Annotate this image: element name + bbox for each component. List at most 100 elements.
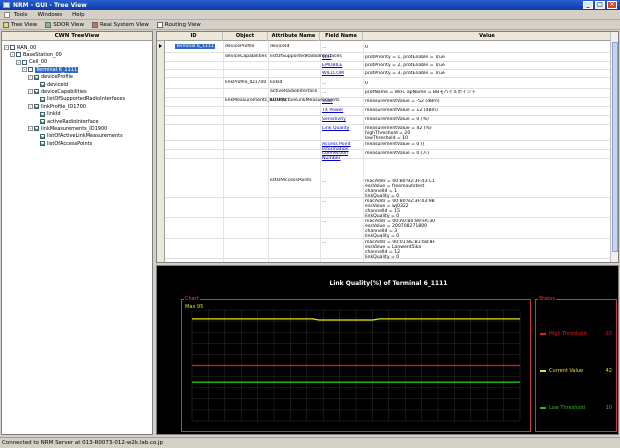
grid-cell-object[interactable]: deviceCapabilities <box>225 54 267 59</box>
col-id-header[interactable]: ID <box>165 32 223 41</box>
grid-cell-value[interactable]: measurementValue = 0 (%) <box>365 117 429 122</box>
tree-node-checkbox[interactable] <box>34 126 39 132</box>
tree-expander-icon[interactable]: - <box>28 126 33 132</box>
grid-cell-attribute[interactable]: deviceId <box>270 44 289 49</box>
tree-view-button[interactable]: Tree View <box>3 21 37 28</box>
grid-cell-value[interactable]: protName = WiFi, apName = BBモバイルポイント <box>365 90 476 95</box>
tree-node-checkbox[interactable] <box>16 52 21 58</box>
tree-node-checkbox[interactable] <box>28 67 33 73</box>
menu-help[interactable]: Help <box>72 12 85 18</box>
grid-cell-id[interactable]: Terminal 6_1111 <box>175 44 215 49</box>
grid-cell-field[interactable]: Link Quality <box>322 126 362 131</box>
tree-expander-icon[interactable]: - <box>4 45 9 50</box>
tree-node[interactable]: - Cell_00 <box>16 59 47 66</box>
scrollbar-thumb[interactable] <box>612 42 618 252</box>
tree-node-label[interactable]: listOfAccessPoints <box>47 141 92 147</box>
grid-cell-attribute[interactable]: listOfAccessPoints <box>270 178 312 183</box>
grid-cell-value[interactable]: macAddr = 00:80:92:3F:43:98 essValue = w… <box>365 199 435 219</box>
tree-node-label[interactable]: linkProfile_ID1700 <box>41 104 86 110</box>
grid-cell-value[interactable]: protPriority = 2, protEnable = True <box>365 63 445 68</box>
grid-cell-value[interactable]: macAddr = 00:A0:B0:89:FA:30 essValue = 2… <box>365 219 435 239</box>
cwn-tree-view[interactable]: CWN TreeView - RAN_00- BaseStation_00- Cell… <box>1 31 153 435</box>
grid-cell-field[interactable]: TX Power <box>322 108 362 113</box>
attribute-grid[interactable]: ID Object Attribute Name Field Name Valu… <box>156 31 619 263</box>
grid-cell-attribute[interactable]: linkId <box>270 80 282 85</box>
sdor-view-button[interactable]: SDOR View <box>45 21 84 28</box>
grid-cell-value[interactable]: protPriority = 1, protEnable = True <box>365 55 445 60</box>
grid-cell-value[interactable]: measurementValue = 42 (%) highThreshold … <box>365 126 432 141</box>
tree-node-label[interactable]: BaseStation_00 <box>23 52 62 58</box>
tree-node[interactable]: - deviceProfile <box>28 74 73 81</box>
grid-cell-field[interactable]: Connection Number <box>322 151 362 161</box>
tree-node-label[interactable]: RAN_00 <box>17 45 36 51</box>
tree-node-label[interactable]: deviceCapabilities <box>41 89 87 95</box>
tree-node[interactable]: - Terminal 6_1111 <box>22 66 79 73</box>
grid-cell-value[interactable]: measurementValue = 0 (人) <box>365 151 429 156</box>
tree-expander-icon[interactable]: - <box>16 59 21 65</box>
routing-view-button[interactable]: Routing View <box>156 21 201 28</box>
grid-vertical-scrollbar[interactable] <box>610 32 618 262</box>
menu-tools[interactable]: Tools <box>14 12 28 18</box>
tree-node-label[interactable]: linkId <box>47 111 61 117</box>
tree-node[interactable]: - RAN_00 <box>4 44 36 51</box>
grid-cell-attribute[interactable]: activeRadioInterface <box>270 89 317 94</box>
tree-node-label[interactable]: activeRadioInterface <box>47 119 99 125</box>
tree-node[interactable]: - linkProfile_ID1700 <box>28 103 86 110</box>
grid-cell-value[interactable]: measurementValue = 12 (dBm) <box>365 108 438 113</box>
tree-node-checkbox[interactable] <box>40 111 45 117</box>
grid-cell-field[interactable]: Sensitivity <box>322 117 362 122</box>
grid-cell-value[interactable]: macAddr = 00:80:92:3F:43:C1 essValue = f… <box>365 179 435 199</box>
grid-cell-field[interactable]: WiFi <box>322 55 362 60</box>
tree-expander-icon[interactable]: - <box>28 89 33 95</box>
grid-cell-field[interactable]: SSID <box>322 99 362 104</box>
col-value-header[interactable]: Value <box>363 32 612 41</box>
tree-expander-icon[interactable]: - <box>22 67 27 73</box>
grid-cell-value[interactable]: measurementValue = -52 (dBm) <box>365 99 440 104</box>
grid-cell-value[interactable]: 0 <box>365 81 368 86</box>
tree-node-checkbox[interactable] <box>40 119 45 124</box>
tree-expander-icon[interactable]: - <box>28 74 33 80</box>
tree-node-label[interactable]: deviceProfile <box>41 74 73 80</box>
tree-node[interactable]: listOfAccessPoints <box>34 140 92 147</box>
tree-node[interactable]: deviceId <box>34 81 68 88</box>
tree-node-checkbox[interactable] <box>22 59 27 65</box>
tree-node-label[interactable]: linkMeasurements_ID1900 <box>41 126 107 132</box>
menu-windows[interactable]: Windows <box>38 12 63 18</box>
tree-expander-icon[interactable]: - <box>10 52 15 58</box>
tree-node-checkbox[interactable] <box>40 133 45 139</box>
tree-node-checkbox[interactable] <box>10 45 15 50</box>
tree-node[interactable]: activeRadioInterface <box>34 118 99 125</box>
tree-node-checkbox[interactable] <box>34 89 39 95</box>
tree-node[interactable]: listOfSupportedRadioInterfaces <box>34 96 125 103</box>
grid-cell-value[interactable]: protPriority = 3, protEnable = True <box>365 71 445 76</box>
tree-node[interactable]: listOfActiveLinkMeasurements <box>34 133 123 140</box>
tree-node-checkbox[interactable] <box>40 82 45 87</box>
grid-cell-field[interactable]: EMOBILE <box>322 63 362 68</box>
tree-node-checkbox[interactable] <box>34 104 39 110</box>
tree-expander-icon[interactable]: - <box>28 104 33 110</box>
tree-node[interactable]: - deviceCapabilities <box>28 88 87 95</box>
col-field-header[interactable]: Field Name <box>320 32 363 41</box>
tree-node-checkbox[interactable] <box>34 74 39 80</box>
tree-node-label[interactable]: Terminal 6_1111 <box>35 66 79 73</box>
tree-node-label[interactable]: Cell_00 <box>29 59 47 65</box>
grid-cell-object[interactable]: linkProfile_ID1700 <box>225 80 266 85</box>
tree-node-label[interactable]: listOfSupportedRadioInterfaces <box>47 96 125 102</box>
tree-node-label[interactable]: listOfActiveLinkMeasurements <box>47 133 123 139</box>
tree-node-label[interactable]: deviceId <box>47 82 68 88</box>
tree-node[interactable]: - BaseStation_00 <box>10 51 62 58</box>
close-button[interactable]: × <box>607 1 617 9</box>
grid-cell-object[interactable]: deviceProfile <box>225 44 254 49</box>
tree-node[interactable]: - linkMeasurements_ID1900 <box>28 125 107 132</box>
grid-cell-value[interactable]: measurementValue = 0 () <box>365 142 424 147</box>
maximize-button[interactable]: □ <box>595 1 605 9</box>
grid-cell-field[interactable]: WILLCOM <box>322 71 362 76</box>
tree-node-checkbox[interactable] <box>40 141 45 147</box>
col-object-header[interactable]: Object <box>223 32 268 41</box>
real-system-view-button[interactable]: Real System View <box>91 21 149 28</box>
tree-node[interactable]: linkId <box>34 111 61 118</box>
minimize-button[interactable]: _ <box>583 1 593 9</box>
col-attribute-header[interactable]: Attribute Name <box>268 32 320 41</box>
grid-cell-value[interactable]: 0 <box>365 45 368 50</box>
tree-node-checkbox[interactable] <box>40 96 45 102</box>
